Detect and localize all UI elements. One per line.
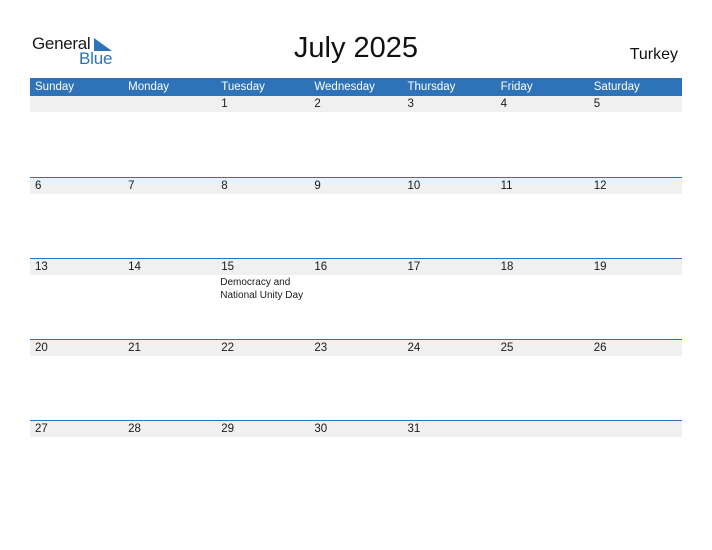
week-row: 1 2 3 4 5: [30, 96, 682, 177]
day-number: 28: [128, 423, 141, 435]
holiday-label: [30, 275, 123, 302]
holiday-label: [123, 194, 216, 195]
calendar-title: July 2025: [293, 32, 419, 64]
day-number: 22: [221, 342, 235, 354]
holiday-label: [309, 112, 402, 113]
holiday-label: [123, 112, 216, 113]
weekday-wednesday: Wednesday: [314, 81, 375, 93]
holiday-label: [123, 275, 216, 302]
day-number: 27: [35, 423, 48, 435]
weekday-thursday: Thursday: [407, 81, 456, 93]
event-row: [30, 437, 682, 438]
holiday-label: [589, 112, 682, 113]
day-number: 4: [500, 98, 508, 110]
day-number: 6: [35, 180, 42, 192]
day-number: 8: [221, 180, 228, 192]
day-number: 2: [314, 98, 321, 110]
weekday-friday: Friday: [500, 81, 533, 93]
day-number: 20: [35, 342, 48, 354]
day-number: [496, 421, 589, 437]
holiday-label: [309, 275, 402, 302]
holiday-label: [30, 437, 123, 438]
holiday-label: [30, 194, 123, 195]
holiday-label: [216, 437, 309, 438]
day-number: 18: [500, 261, 514, 273]
day-number: 9: [314, 180, 321, 192]
holiday-label: [589, 356, 682, 357]
day-number: 25: [500, 342, 514, 354]
holiday-label: [589, 275, 682, 302]
holiday-label: [216, 112, 309, 113]
calendar-grid: Sunday Monday Tuesday Wednesday Thursday…: [30, 78, 682, 501]
day-number: 30: [314, 423, 328, 435]
day-number: 13: [35, 261, 48, 273]
day-number: 1: [221, 98, 228, 110]
day-number: 21: [128, 342, 141, 354]
weekday-sunday: Sunday: [35, 81, 75, 93]
week-row: 20 21 22 23 24 25 26: [30, 339, 682, 420]
holiday-label: [216, 356, 309, 357]
holiday-label: [589, 194, 682, 195]
weekday-tuesday: Tuesday: [221, 81, 265, 93]
day-number: 5: [593, 98, 601, 110]
date-strip: 6 7 8 9 10 11 12: [30, 178, 682, 194]
week-row: 13 14 15 16 17 18 19 Democracy and National Uni…: [30, 258, 682, 339]
event-row: Democracy and National Unity Day: [30, 275, 682, 302]
day-number: 24: [407, 342, 421, 354]
event-row: [30, 356, 682, 357]
holiday-label: [30, 112, 123, 113]
event-row: [30, 112, 682, 113]
holiday-label: [496, 112, 589, 113]
weeks-container: 1 2 3 4 5 6 7 8 9 10 11 12 13 14 15 16 17 18 19 Democracy a…: [30, 96, 682, 501]
date-strip: 13 14 15 16 17 18 19: [30, 259, 682, 275]
holiday-label: [309, 356, 402, 357]
holiday-label: [496, 356, 589, 357]
holiday-label: [496, 194, 589, 195]
day-number: 19: [593, 261, 607, 273]
day-number: 14: [128, 261, 141, 273]
holiday-label: [403, 194, 496, 195]
date-strip: 20 21 22 23 24 25 26: [30, 340, 682, 356]
holiday-label: [496, 275, 589, 302]
holiday-label: [30, 356, 123, 357]
day-number: 17: [407, 261, 421, 273]
day-number: 11: [500, 180, 513, 192]
holiday-label: [403, 356, 496, 357]
day-number: 12: [593, 180, 607, 192]
holiday-label: [216, 194, 309, 195]
day-number: 10: [407, 180, 421, 192]
date-strip: 27 28 29 30 31: [30, 421, 682, 437]
day-number: [30, 96, 123, 112]
weekday-monday: Monday: [128, 81, 170, 93]
holiday-label: [403, 437, 496, 438]
day-number: 29: [221, 423, 235, 435]
week-row: 6 7 8 9 10 11 12: [30, 177, 682, 258]
holiday-label: [309, 437, 402, 438]
day-number: [589, 421, 682, 437]
day-number: 15: [221, 261, 235, 273]
holiday-label: [123, 437, 216, 438]
day-number: 23: [314, 342, 328, 354]
weekday-saturday: Saturday: [593, 81, 640, 93]
holiday-label: [589, 437, 682, 438]
day-number: 3: [407, 98, 414, 110]
holiday-label: [403, 275, 496, 302]
week-row: 27 28 29 30 31: [30, 420, 682, 501]
holiday-label: [496, 437, 589, 438]
day-number: 7: [128, 180, 135, 192]
day-number: 26: [593, 342, 607, 354]
day-number: 16: [314, 261, 328, 273]
holiday-label: Democracy and National Unity Day: [220, 277, 304, 301]
holiday-label: [309, 194, 402, 195]
holiday-label: [123, 356, 216, 357]
weekday-header: Sunday Monday Tuesday Wednesday Thursday…: [30, 78, 682, 96]
country-label: Turkey: [629, 46, 678, 63]
date-strip: 1 2 3 4 5: [30, 96, 682, 112]
event-row: [30, 194, 682, 195]
day-number: [123, 96, 216, 112]
day-number: 31: [407, 423, 421, 435]
holiday-label: [403, 112, 496, 113]
